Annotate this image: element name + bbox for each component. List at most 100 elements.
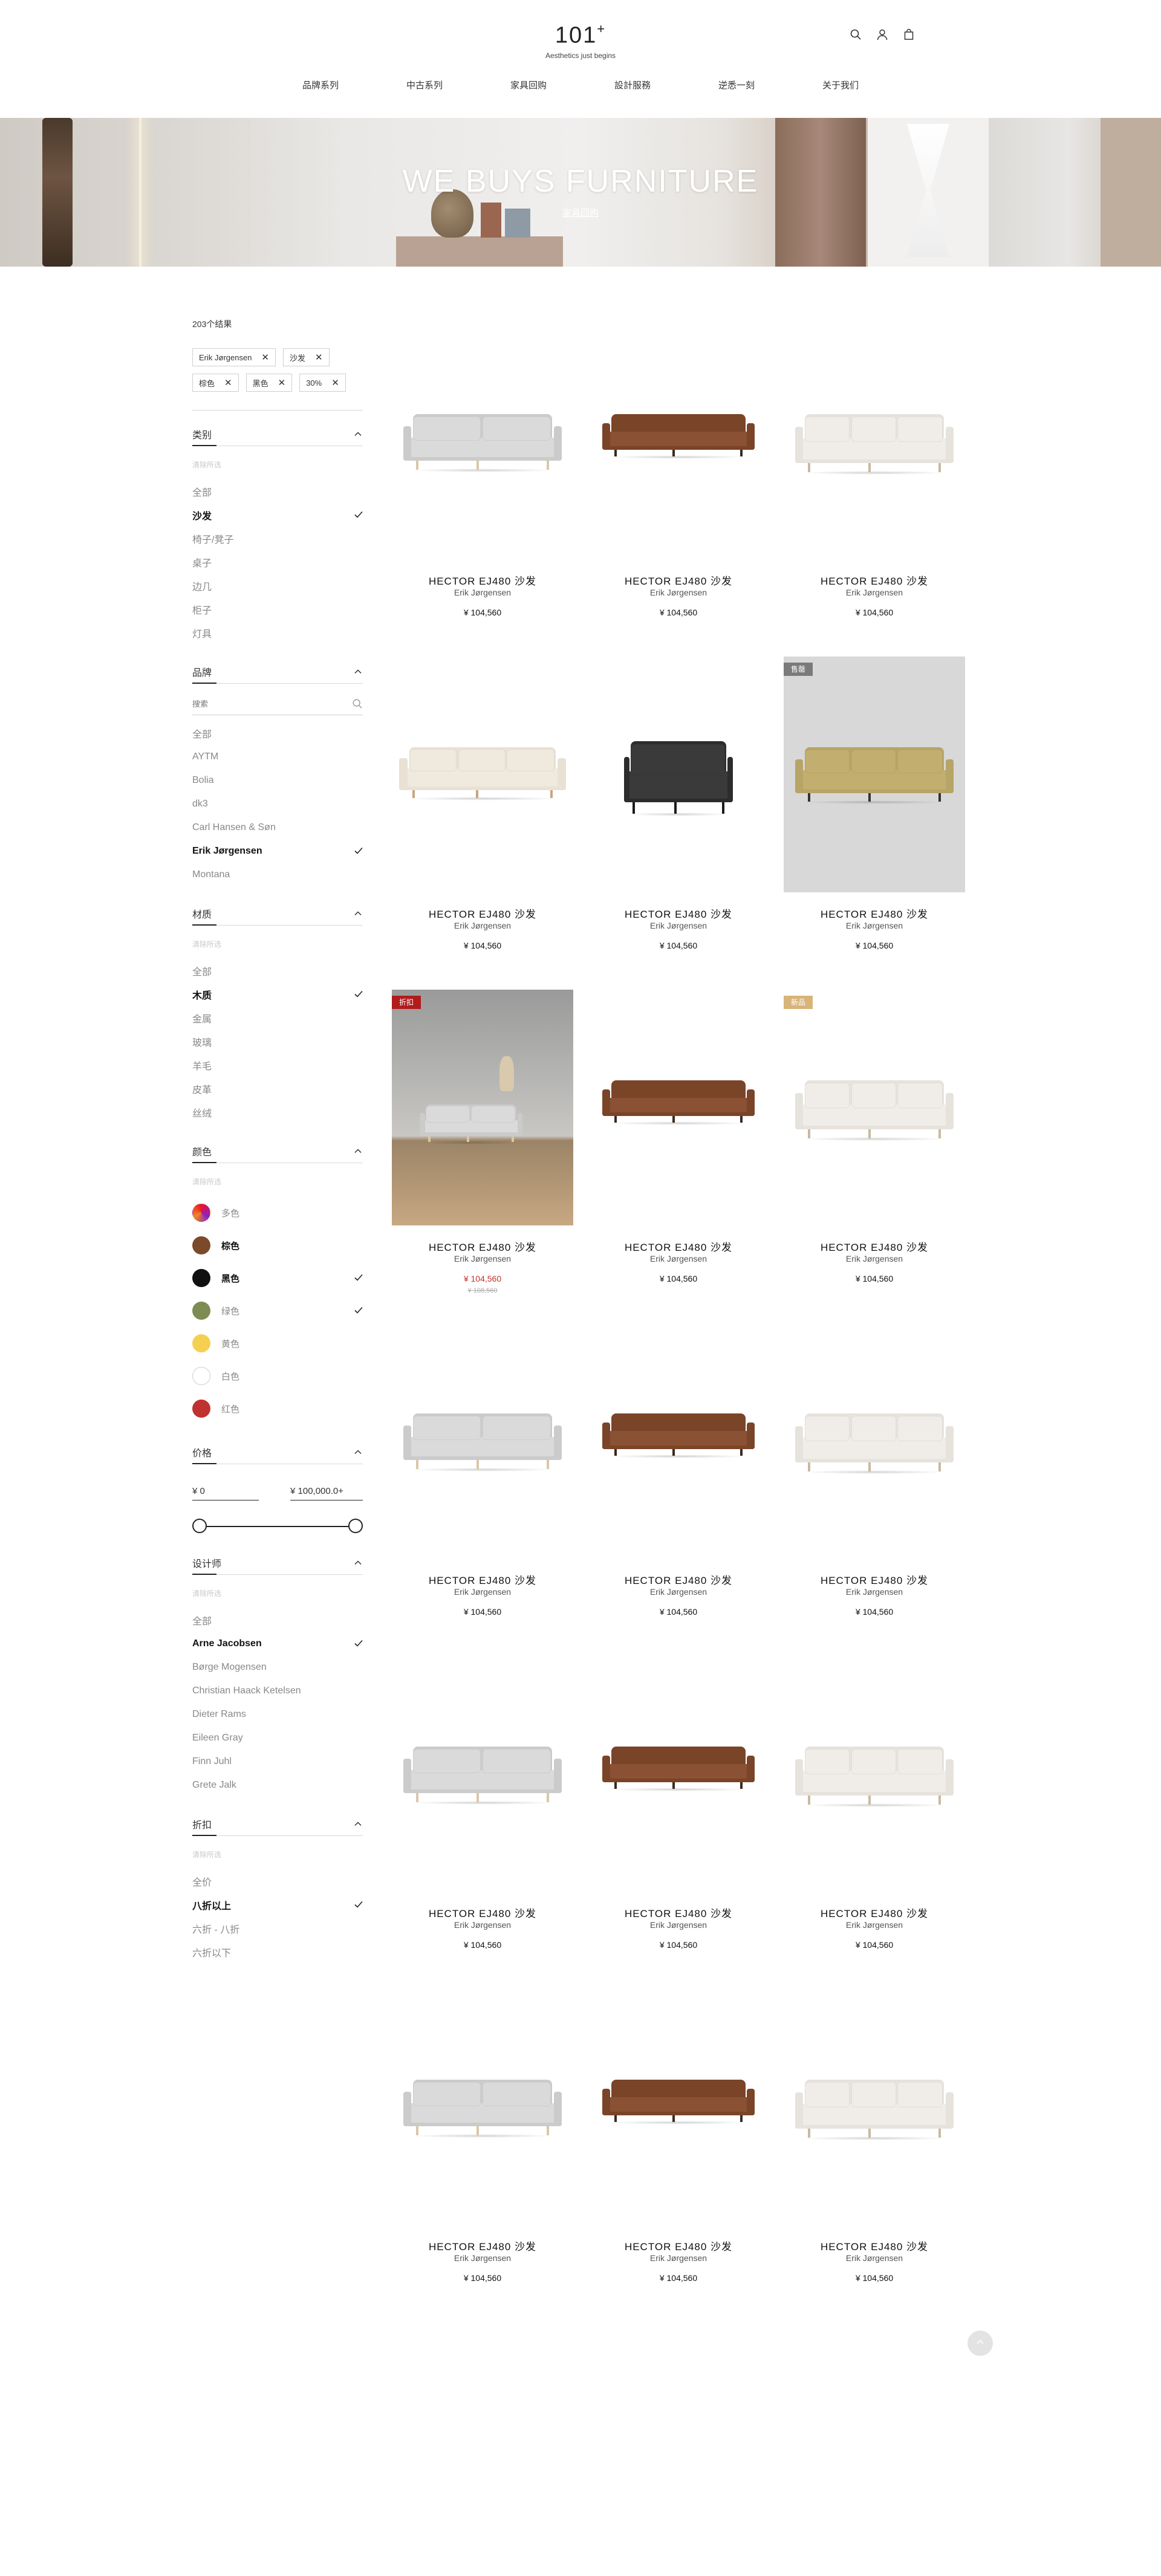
clear-selection-link[interactable]: 清除所选 bbox=[192, 1588, 363, 1598]
material-option[interactable]: 金属 bbox=[192, 1006, 363, 1030]
brand-option[interactable]: dk3 bbox=[192, 792, 363, 816]
filter-chip[interactable]: 沙发 ✕ bbox=[283, 348, 330, 366]
product-card[interactable]: HECTOR EJ480 沙发 Erik Jørgensen ¥ 104,560 bbox=[392, 1989, 573, 2303]
nav-item-design-service[interactable]: 設計服務 bbox=[580, 79, 685, 91]
designer-option[interactable]: Dieter Rams bbox=[192, 1702, 363, 1726]
material-option[interactable]: 丝绒 bbox=[192, 1100, 363, 1124]
clear-selection-link[interactable]: 清除所选 bbox=[192, 939, 363, 949]
product-card[interactable]: HECTOR EJ480 沙发 Erik Jørgensen ¥ 104,560 bbox=[784, 1656, 965, 1970]
brand-option[interactable]: Bolia bbox=[192, 768, 363, 792]
product-card[interactable]: 售罄 HECTOR EJ480 沙发 Erik Jørgensen ¥ 104,560 bbox=[784, 657, 965, 971]
nav-item-buyback[interactable]: 家具回购 bbox=[476, 79, 580, 91]
discount-option[interactable]: 六折以下 bbox=[192, 1940, 363, 1964]
close-icon[interactable]: ✕ bbox=[331, 377, 339, 388]
filter-chip[interactable]: 棕色 ✕ bbox=[192, 374, 239, 392]
product-name[interactable]: HECTOR EJ480 沙发 bbox=[784, 906, 965, 921]
designer-option[interactable]: 全部 bbox=[192, 1608, 363, 1632]
brand-option[interactable]: Montana bbox=[192, 863, 363, 886]
product-name[interactable]: HECTOR EJ480 沙发 bbox=[588, 906, 769, 921]
product-name[interactable]: HECTOR EJ480 沙发 bbox=[392, 2238, 573, 2253]
product-name[interactable]: HECTOR EJ480 沙发 bbox=[588, 1239, 769, 1254]
slider-min-handle[interactable] bbox=[192, 1519, 207, 1533]
product-card[interactable]: HECTOR EJ480 沙发 Erik Jørgensen ¥ 104,560 bbox=[784, 323, 965, 638]
close-icon[interactable]: ✕ bbox=[261, 352, 269, 363]
product-image[interactable] bbox=[392, 1989, 573, 2225]
category-option[interactable]: 柜子 bbox=[192, 597, 363, 621]
close-icon[interactable]: ✕ bbox=[278, 377, 286, 388]
product-image[interactable] bbox=[392, 323, 573, 559]
product-image[interactable] bbox=[784, 1656, 965, 1892]
color-option[interactable]: 绿色 bbox=[192, 1294, 363, 1327]
user-icon[interactable] bbox=[876, 28, 889, 41]
color-option[interactable]: 白色 bbox=[192, 1360, 363, 1392]
color-option[interactable]: 黑色 bbox=[192, 1262, 363, 1294]
nav-item-about[interactable]: 关于我们 bbox=[789, 79, 893, 91]
product-name[interactable]: HECTOR EJ480 沙发 bbox=[784, 2238, 965, 2253]
product-image[interactable] bbox=[588, 323, 769, 559]
category-option[interactable]: 椅子/凳子 bbox=[192, 527, 363, 550]
clear-selection-link[interactable]: 清除所选 bbox=[192, 1849, 363, 1860]
material-option[interactable]: 全部 bbox=[192, 959, 363, 982]
nav-item-vintage-series[interactable]: 中古系列 bbox=[372, 79, 476, 91]
designer-option[interactable]: Eileen Gray bbox=[192, 1726, 363, 1750]
product-name[interactable]: HECTOR EJ480 沙发 bbox=[784, 1572, 965, 1587]
product-card[interactable]: HECTOR EJ480 沙发 Erik Jørgensen ¥ 104,560 bbox=[588, 1989, 769, 2303]
product-name[interactable]: HECTOR EJ480 沙发 bbox=[784, 1905, 965, 1920]
product-image[interactable] bbox=[392, 657, 573, 892]
product-image[interactable] bbox=[588, 1656, 769, 1892]
product-image[interactable] bbox=[392, 1656, 573, 1892]
designer-option[interactable]: Børge Mogensen bbox=[192, 1655, 363, 1679]
brand-option[interactable]: Carl Hansen & Søn bbox=[192, 816, 363, 839]
product-image[interactable] bbox=[392, 1323, 573, 1559]
product-name[interactable]: HECTOR EJ480 沙发 bbox=[588, 573, 769, 588]
chevron-up-icon[interactable] bbox=[353, 1146, 363, 1156]
product-name[interactable]: HECTOR EJ480 沙发 bbox=[588, 1572, 769, 1587]
product-name[interactable]: HECTOR EJ480 沙发 bbox=[784, 1239, 965, 1254]
product-card[interactable]: HECTOR EJ480 沙发 Erik Jørgensen ¥ 104,560 bbox=[784, 1989, 965, 2303]
brand-search-input[interactable] bbox=[192, 695, 337, 713]
product-name[interactable]: HECTOR EJ480 沙发 bbox=[784, 573, 965, 588]
category-option[interactable]: 边几 bbox=[192, 574, 363, 597]
back-to-top-button[interactable] bbox=[968, 2331, 993, 2356]
product-name[interactable]: HECTOR EJ480 沙发 bbox=[392, 1239, 573, 1254]
designer-option[interactable]: Finn Juhl bbox=[192, 1750, 363, 1773]
filter-section-header[interactable]: 类别 bbox=[192, 427, 363, 441]
filter-section-header[interactable]: 品牌 bbox=[192, 665, 363, 678]
category-option[interactable]: 桌子 bbox=[192, 550, 363, 574]
product-card[interactable]: HECTOR EJ480 沙发 Erik Jørgensen ¥ 104,560 bbox=[588, 990, 769, 1304]
designer-option[interactable]: Grete Jalk bbox=[192, 1773, 363, 1797]
product-card[interactable]: HECTOR EJ480 沙发 Erik Jørgensen ¥ 104,560 bbox=[392, 323, 573, 638]
product-image[interactable]: 售罄 bbox=[784, 657, 965, 892]
hero-link[interactable]: 家具回购 bbox=[0, 206, 1161, 219]
product-name[interactable]: HECTOR EJ480 沙发 bbox=[392, 906, 573, 921]
close-icon[interactable]: ✕ bbox=[224, 377, 232, 388]
category-option[interactable]: 沙发 bbox=[192, 503, 363, 527]
product-card[interactable]: 折扣 HECTOR EJ480 沙发 Erik Jørgensen ¥ 104,560… bbox=[392, 990, 573, 1304]
filter-chip[interactable]: 黑色 ✕ bbox=[246, 374, 293, 392]
nav-item-moment[interactable]: 逆悉一刻 bbox=[685, 79, 789, 91]
material-option[interactable]: 木质 bbox=[192, 982, 363, 1006]
price-max-field[interactable]: ¥ 100,000.0+ bbox=[290, 1486, 363, 1501]
chevron-up-icon[interactable] bbox=[353, 1558, 363, 1568]
filter-section-header[interactable]: 颜色 bbox=[192, 1144, 363, 1158]
filter-section-header[interactable]: 价格 bbox=[192, 1445, 363, 1459]
product-image[interactable]: 折扣 bbox=[392, 990, 573, 1225]
product-card[interactable]: HECTOR EJ480 沙发 Erik Jørgensen ¥ 104,560 bbox=[588, 657, 769, 971]
color-option[interactable]: 棕色 bbox=[192, 1229, 363, 1262]
discount-option[interactable]: 八折以上 bbox=[192, 1893, 363, 1916]
color-option[interactable]: 红色 bbox=[192, 1392, 363, 1425]
filter-section-header[interactable]: 材质 bbox=[192, 907, 363, 920]
designer-option[interactable]: Arne Jacobsen bbox=[192, 1632, 363, 1655]
material-option[interactable]: 皮革 bbox=[192, 1077, 363, 1100]
product-card[interactable]: HECTOR EJ480 沙发 Erik Jørgensen ¥ 104,560 bbox=[588, 1656, 769, 1970]
product-card[interactable]: HECTOR EJ480 沙发 Erik Jørgensen ¥ 104,560 bbox=[392, 1323, 573, 1637]
product-name[interactable]: HECTOR EJ480 沙发 bbox=[588, 1905, 769, 1920]
category-option[interactable]: 灯具 bbox=[192, 621, 363, 644]
brand-option[interactable]: 全部 bbox=[192, 721, 363, 745]
product-image[interactable] bbox=[588, 1989, 769, 2225]
color-option[interactable]: 黄色 bbox=[192, 1327, 363, 1360]
product-name[interactable]: HECTOR EJ480 沙发 bbox=[588, 2238, 769, 2253]
chevron-up-icon[interactable] bbox=[353, 1819, 363, 1829]
chevron-up-icon[interactable] bbox=[353, 909, 363, 918]
chevron-up-icon[interactable] bbox=[353, 667, 363, 676]
